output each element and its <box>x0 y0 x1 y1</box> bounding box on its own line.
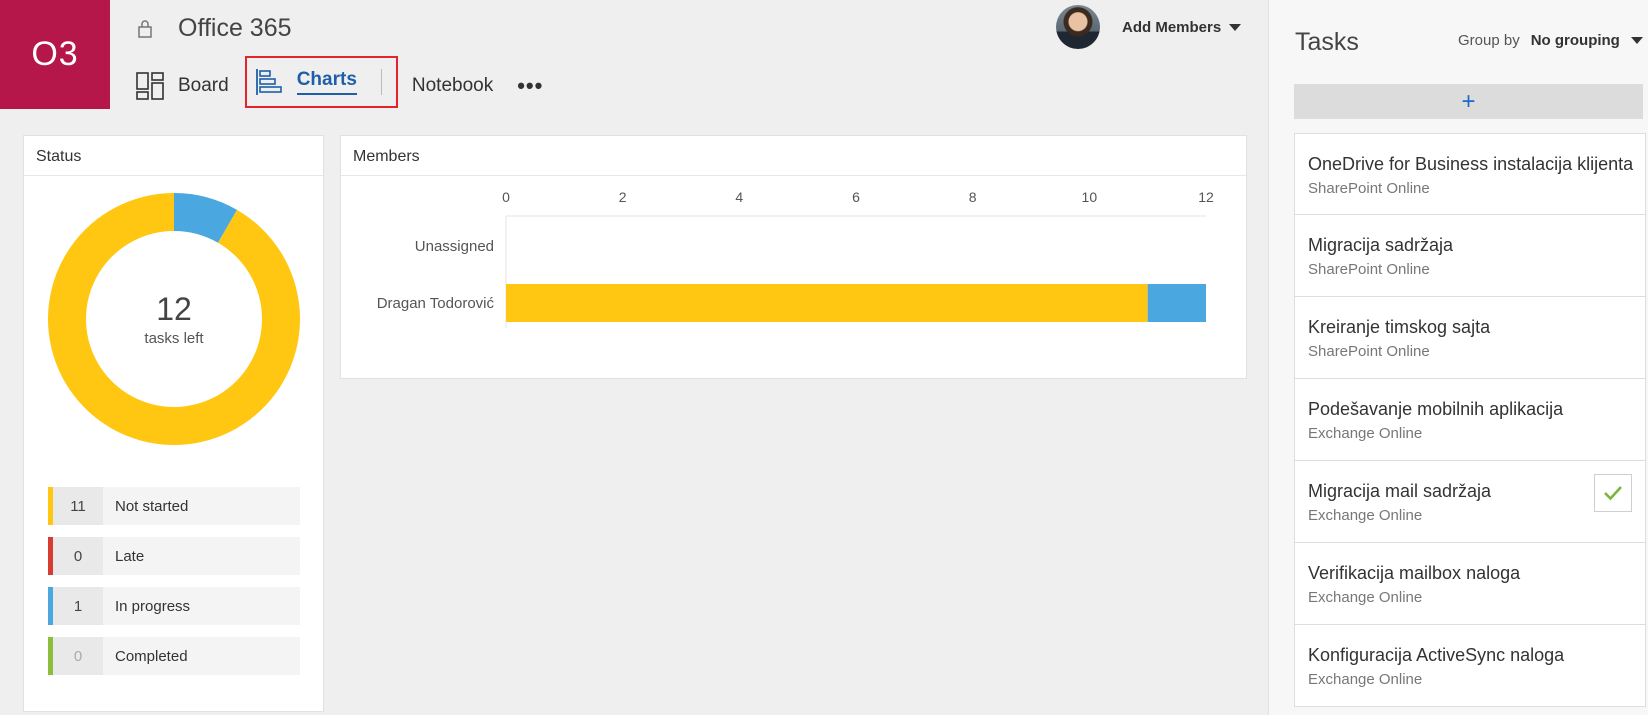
task-title: Podešavanje mobilnih aplikacija <box>1308 399 1564 419</box>
category-label: Unassigned <box>415 238 494 255</box>
chevron-down-icon <box>1229 24 1242 31</box>
legend-item[interactable]: 1 In progress <box>48 587 300 625</box>
task-bucket: Exchange Online <box>1308 507 1423 524</box>
task-card[interactable]: Verifikacija mailbox naloga Exchange Onli… <box>1294 543 1646 625</box>
more-options-icon[interactable]: ••• <box>517 73 543 99</box>
status-card-title: Status <box>24 136 323 176</box>
checkmark-icon <box>1604 486 1622 501</box>
tab-charts-label: Charts <box>296 69 357 95</box>
task-title: Kreiranje timskog sajta <box>1308 317 1491 337</box>
task-bucket: SharePoint Online <box>1308 261 1430 278</box>
legend-count: 0 <box>53 637 103 675</box>
group-by-value: No grouping <box>1530 32 1620 49</box>
x-tick-label: 4 <box>735 189 743 205</box>
tasks-left-count: 12 <box>156 291 192 327</box>
tab-notebook-label: Notebook <box>411 75 494 96</box>
x-tick-label: 8 <box>969 189 977 205</box>
task-title: OneDrive for Business instalacija klijen… <box>1308 154 1634 174</box>
task-bucket: SharePoint Online <box>1308 180 1430 197</box>
task-title: Migracija mail sadržaja <box>1308 481 1492 501</box>
task-card[interactable]: OneDrive for Business instalacija klijen… <box>1294 133 1646 215</box>
task-bucket: Exchange Online <box>1308 671 1423 688</box>
planner-app: O3 Office 365 Board Charts Notebook ••• … <box>0 0 1648 715</box>
legend-label: Not started <box>115 497 189 515</box>
legend-count: 11 <box>53 487 103 525</box>
chevron-down-icon <box>1630 37 1643 44</box>
tab-charts[interactable]: Charts <box>244 56 398 108</box>
task-card[interactable]: Migracija mail sadržaja Exchange Online <box>1294 461 1646 543</box>
legend-count: 1 <box>53 587 103 625</box>
tab-divider <box>380 69 382 95</box>
task-card[interactable]: Konfiguracija ActiveSync naloga Exchange … <box>1294 625 1646 707</box>
x-tick-label: 2 <box>619 189 627 205</box>
plan-initials: O3 <box>31 35 79 73</box>
legend-label: Late <box>115 547 145 565</box>
donut-center: 12 tasks left <box>48 193 300 445</box>
tasks-left-label: tasks left <box>144 330 204 347</box>
task-bucket: Exchange Online <box>1308 589 1423 606</box>
task-list: OneDrive for Business instalacija klijen… <box>1294 133 1646 707</box>
legend-item[interactable]: 11 Not started <box>48 487 300 525</box>
status-legend: 11 Not started 0 Late 1 In progress 0 Completed <box>48 487 300 687</box>
task-bucket: SharePoint Online <box>1308 343 1430 360</box>
task-card[interactable]: Podešavanje mobilnih aplikacija Exchange … <box>1294 379 1646 461</box>
add-members-button[interactable]: Add Members <box>1122 19 1242 36</box>
legend-label: In progress <box>115 597 191 615</box>
task-title: Konfiguracija ActiveSync naloga <box>1308 645 1565 665</box>
tab-board-label: Board <box>178 75 229 96</box>
group-by-dropdown[interactable]: Group by No grouping <box>1458 32 1643 49</box>
add-members-label: Add Members <box>1122 19 1222 36</box>
task-title: Migracija sadržaja <box>1308 235 1454 255</box>
x-tick-label: 10 <box>1082 189 1098 205</box>
task-bucket: Exchange Online <box>1308 425 1423 442</box>
task-complete-checkbox[interactable] <box>1594 474 1632 512</box>
charts-icon <box>255 69 282 95</box>
task-title: Verifikacija mailbox naloga <box>1308 563 1521 583</box>
tab-board[interactable]: Board <box>136 66 229 106</box>
bar-not-started[interactable] <box>506 284 1148 322</box>
group-by-label: Group by <box>1458 32 1520 49</box>
category-label: Dragan Todorović <box>377 295 495 312</box>
avatar[interactable] <box>1056 5 1100 49</box>
legend-item[interactable]: 0 Late <box>48 537 300 575</box>
tasks-title: Tasks <box>1295 28 1359 56</box>
plan-title: Office 365 <box>178 14 292 42</box>
bar-in-progress[interactable] <box>1147 284 1206 322</box>
tasks-panel: Tasks Group by No grouping + OneDrive fo… <box>1268 0 1648 715</box>
legend-label: Completed <box>115 647 188 665</box>
task-card[interactable]: Kreiranje timskog sajta SharePoint Online <box>1294 297 1646 379</box>
members-card: Members 0 2 4 6 8 10 12 Unassigned Dragan Todoro… <box>340 135 1247 379</box>
x-tick-label: 12 <box>1198 189 1214 205</box>
x-tick-label: 6 <box>852 189 860 205</box>
tab-notebook[interactable]: Notebook <box>412 66 493 106</box>
status-card: Status 12 tasks left 11 Not started 0 Late 1… <box>23 135 324 712</box>
status-donut-chart: 12 tasks left <box>48 193 300 445</box>
legend-count: 0 <box>53 537 103 575</box>
lock-icon <box>138 20 152 38</box>
x-tick-label: 0 <box>502 189 510 205</box>
add-task-button[interactable]: + <box>1294 84 1643 119</box>
board-icon <box>136 72 164 100</box>
view-tabs: Board Charts Notebook ••• <box>136 56 543 108</box>
task-card[interactable]: Migracija sadržaja SharePoint Online <box>1294 215 1646 297</box>
members-bar-chart: 0 2 4 6 8 10 12 Unassigned Dragan Todorović <box>377 189 1214 328</box>
legend-item[interactable]: 0 Completed <box>48 637 300 675</box>
members-card-title: Members <box>341 136 1246 176</box>
plan-tile[interactable]: O3 <box>0 0 110 109</box>
